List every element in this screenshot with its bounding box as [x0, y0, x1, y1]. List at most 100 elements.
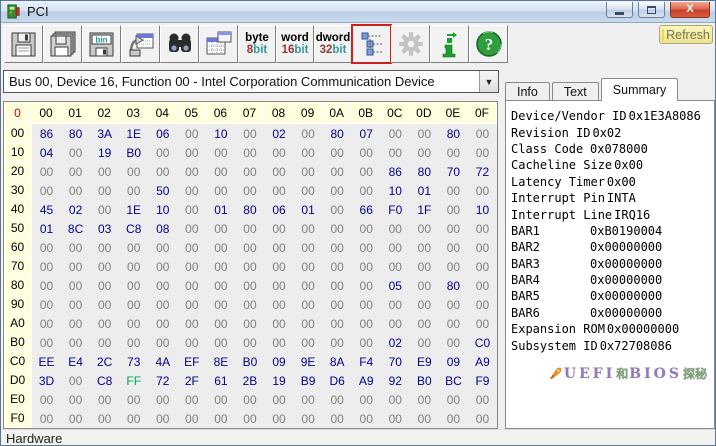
hex-cell[interactable]: 00 [410, 124, 439, 143]
hex-cell[interactable]: 00 [468, 409, 497, 428]
hex-cell[interactable]: 00 [323, 181, 352, 200]
hex-cell[interactable]: 00 [294, 295, 323, 314]
hex-cell[interactable]: 00 [439, 181, 468, 200]
hex-cell[interactable]: 00 [90, 181, 119, 200]
hex-cell[interactable]: 00 [265, 257, 294, 276]
hex-cell[interactable]: 80 [235, 200, 264, 219]
hex-cell[interactable]: 00 [119, 257, 148, 276]
hex-cell[interactable]: E9 [410, 352, 439, 371]
find-button[interactable] [160, 25, 199, 63]
hex-cell[interactable]: 00 [235, 295, 264, 314]
hex-cell[interactable]: 00 [352, 143, 381, 162]
hex-cell[interactable]: 00 [119, 333, 148, 352]
hex-cell[interactable]: 00 [439, 314, 468, 333]
tab-info[interactable]: Info [505, 82, 550, 101]
hex-cell[interactable]: 00 [294, 314, 323, 333]
hex-cell[interactable]: 01 [32, 219, 61, 238]
hex-cell[interactable]: 00 [323, 409, 352, 428]
hex-cell[interactable]: 00 [265, 181, 294, 200]
hex-cell[interactable]: 80 [61, 124, 90, 143]
hex-cell[interactable]: 00 [119, 181, 148, 200]
hex-cell[interactable]: 66 [352, 200, 381, 219]
hex-cell[interactable]: 00 [235, 333, 264, 352]
hex-cell[interactable]: 00 [61, 276, 90, 295]
hex-cell[interactable]: 00 [323, 333, 352, 352]
hex-cell[interactable]: 00 [90, 314, 119, 333]
hex-cell[interactable]: 19 [90, 143, 119, 162]
hex-cell[interactable]: 00 [439, 143, 468, 162]
hex-cell[interactable]: 00 [235, 276, 264, 295]
hex-cell[interactable]: 02 [61, 200, 90, 219]
hex-cell[interactable]: 00 [294, 238, 323, 257]
hex-cell[interactable]: 00 [235, 181, 264, 200]
hex-cell[interactable]: 10 [468, 200, 497, 219]
hex-cell[interactable]: 92 [381, 371, 410, 390]
hex-cell[interactable]: 00 [148, 333, 177, 352]
hex-cell[interactable]: 2C [90, 352, 119, 371]
save-all-button[interactable] [43, 25, 82, 63]
hex-cell[interactable]: 00 [439, 390, 468, 409]
hex-cell[interactable]: 00 [410, 219, 439, 238]
hex-cell[interactable]: 00 [352, 181, 381, 200]
hex-cell[interactable]: 2B [235, 371, 264, 390]
hex-cell[interactable]: 00 [265, 409, 294, 428]
hex-cell[interactable]: 00 [206, 409, 235, 428]
hex-cell[interactable]: 00 [352, 238, 381, 257]
hex-cell[interactable]: 3D [32, 371, 61, 390]
hex-cell[interactable]: 00 [206, 390, 235, 409]
hex-cell[interactable]: 00 [468, 257, 497, 276]
hex-cell[interactable]: B0 [235, 352, 264, 371]
hex-cell[interactable]: 00 [90, 257, 119, 276]
hex-cell[interactable]: 01 [294, 200, 323, 219]
hex-cell[interactable]: 00 [265, 333, 294, 352]
hex-cell[interactable]: 00 [468, 124, 497, 143]
hex-cell[interactable]: 00 [119, 390, 148, 409]
hex-cell[interactable]: 00 [323, 295, 352, 314]
hex-cell[interactable]: 80 [439, 276, 468, 295]
hex-cell[interactable]: 00 [235, 143, 264, 162]
hex-cell[interactable]: 00 [235, 314, 264, 333]
hex-cell[interactable]: 00 [468, 238, 497, 257]
hex-cell[interactable]: 1E [119, 200, 148, 219]
hex-cell[interactable]: 00 [439, 238, 468, 257]
hex-cell[interactable]: 00 [352, 390, 381, 409]
hex-cell[interactable]: 00 [410, 390, 439, 409]
hex-cell[interactable]: 00 [352, 276, 381, 295]
hex-cell[interactable]: EE [32, 352, 61, 371]
hex-cell[interactable]: 00 [206, 314, 235, 333]
hex-cell[interactable]: 86 [381, 162, 410, 181]
hex-cell[interactable]: 00 [206, 333, 235, 352]
hex-cell[interactable]: 00 [323, 276, 352, 295]
hex-cell[interactable]: 00 [323, 238, 352, 257]
hex-cell[interactable]: 72 [148, 371, 177, 390]
hex-cell[interactable]: 00 [206, 295, 235, 314]
hex-cell[interactable]: 00 [323, 143, 352, 162]
hex-cell[interactable]: 00 [177, 409, 206, 428]
hex-cell[interactable]: 00 [148, 276, 177, 295]
hex-cell[interactable]: 00 [381, 238, 410, 257]
hex-cell[interactable]: 00 [61, 314, 90, 333]
hex-cell[interactable]: A9 [352, 371, 381, 390]
hex-cell[interactable]: 00 [235, 124, 264, 143]
hex-cell[interactable]: 00 [177, 124, 206, 143]
hex-cell[interactable]: 00 [32, 238, 61, 257]
hex-cell[interactable]: 00 [294, 276, 323, 295]
hex-cell[interactable]: 00 [177, 219, 206, 238]
hex-cell[interactable]: 00 [90, 295, 119, 314]
hex-cell[interactable]: 00 [32, 333, 61, 352]
hex-cell[interactable]: 00 [294, 162, 323, 181]
hex-cell[interactable]: C8 [90, 371, 119, 390]
hex-cell[interactable]: 19 [265, 371, 294, 390]
hex-cell[interactable]: 00 [61, 162, 90, 181]
hex-cell[interactable]: 00 [410, 333, 439, 352]
refresh-button[interactable]: Refresh [659, 25, 713, 44]
hex-cell[interactable]: 00 [381, 295, 410, 314]
hex-cell[interactable]: 00 [148, 257, 177, 276]
hex-cell[interactable]: 70 [439, 162, 468, 181]
hex-cell[interactable]: 00 [206, 162, 235, 181]
hex-cell[interactable]: 50 [148, 181, 177, 200]
hex-cell[interactable]: 00 [352, 257, 381, 276]
hex-cell[interactable]: 00 [294, 390, 323, 409]
hex-cell[interactable]: 00 [323, 314, 352, 333]
hex-cell[interactable]: 00 [119, 314, 148, 333]
